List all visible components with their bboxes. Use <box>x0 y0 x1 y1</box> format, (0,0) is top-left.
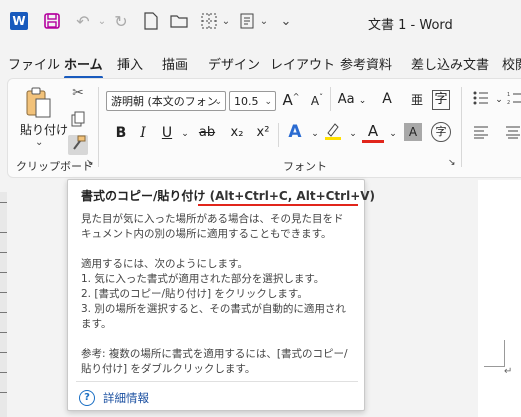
shrink-font-icon[interactable]: Aˇ <box>306 93 328 108</box>
save-icon[interactable] <box>40 10 64 32</box>
clipboard-launcher-icon[interactable]: ↘ <box>86 158 94 168</box>
tooltip-more-info-link[interactable]: ? 詳細情報 <box>79 390 149 406</box>
font-name-dropdown-icon: ⌄ <box>214 97 222 107</box>
format-painter-tooltip: 書式のコピー/貼り付け (Alt+Ctrl+C, Alt+Ctrl+V) 見た目… <box>67 179 375 411</box>
copy-icon[interactable] <box>68 111 88 131</box>
paragraph-dropdown-icon[interactable]: ⌄ <box>258 10 270 32</box>
character-shading-icon[interactable]: A <box>404 123 422 141</box>
text-effects-icon[interactable]: A <box>284 122 306 142</box>
vertical-ruler <box>0 192 7 417</box>
tooltip-divider <box>76 381 358 382</box>
align-center-icon[interactable] <box>502 125 521 143</box>
tab-references[interactable]: 参考資料 <box>340 54 392 73</box>
more-info-label: 詳細情報 <box>103 391 149 405</box>
paste-icon[interactable] <box>24 87 54 118</box>
document-page[interactable] <box>478 180 521 417</box>
ribbon-separator <box>98 87 99 167</box>
svg-text:1: 1 <box>507 92 510 98</box>
clipboard-group-label: クリップボード <box>16 160 93 173</box>
tab-insert[interactable]: 挿入 <box>117 54 143 73</box>
tab-file[interactable]: ファイル <box>8 54 60 73</box>
title-bar: W ↶ ⌄ ↻ ⌄ ⌄ ⌄ 文書 1 - Word <box>0 0 521 46</box>
font-name-combo[interactable]: 游明朝 (本文のフォン ⌄ <box>106 91 226 111</box>
strikethrough-button[interactable]: ab <box>196 125 218 140</box>
change-case-icon[interactable]: Aa ⌄ <box>336 92 368 107</box>
superscript-button[interactable]: x² <box>252 125 274 140</box>
underline-dropdown-icon[interactable]: ⌄ <box>174 129 196 139</box>
help-icon: ? <box>79 390 95 406</box>
font-group-label: フォント <box>283 160 327 173</box>
open-folder-icon[interactable] <box>168 10 190 32</box>
page-margin-marker <box>484 340 505 367</box>
format-painter-icon[interactable] <box>68 135 88 155</box>
paragraph-mark-icon: ↵ <box>504 366 513 377</box>
ribbon-tabs: ファイル ホーム 挿入 描画 デザイン レイアウト 参考資料 差し込み文書 校閲 <box>0 46 521 79</box>
border-dropdown-icon[interactable]: ⌄ <box>220 10 232 32</box>
paste-dropdown-icon[interactable]: ⌄ <box>35 137 43 148</box>
font-color-dropdown-icon[interactable]: ⌄ <box>382 129 404 139</box>
font-launcher-icon[interactable]: ↘ <box>448 158 456 168</box>
character-border-icon[interactable]: 字 <box>432 90 450 110</box>
grow-font-icon[interactable]: A^ <box>280 91 302 109</box>
shortcut-underline <box>198 204 358 206</box>
font-size-combo[interactable]: 10.5 ⌄ <box>229 91 276 111</box>
ribbon-separator <box>278 123 279 147</box>
undo-icon[interactable]: ↶ <box>72 10 94 32</box>
clear-formatting-icon[interactable]: A <box>376 91 398 107</box>
highlight-icon[interactable] <box>322 121 344 145</box>
tab-design[interactable]: デザイン <box>208 54 260 73</box>
subscript-button[interactable]: x₂ <box>226 125 248 140</box>
tooltip-body: 見た目が気に入った場所がある場合は、その見た目をドキュメント内の別の場所に適用す… <box>81 213 348 375</box>
tab-layout[interactable]: レイアウト <box>270 54 335 73</box>
ribbon-separator <box>330 87 331 111</box>
document-title: 文書 1 - Word <box>368 18 453 33</box>
tab-mailings[interactable]: 差し込み文書 <box>411 54 489 73</box>
tab-draw[interactable]: 描画 <box>162 54 188 73</box>
align-left-icon[interactable] <box>470 125 492 143</box>
highlight-dropdown-icon[interactable]: ⌄ <box>342 129 364 139</box>
cut-icon[interactable]: ✂ <box>68 85 88 101</box>
italic-button[interactable]: I <box>132 125 154 141</box>
ribbon-separator <box>461 87 462 167</box>
redo-icon[interactable]: ↻ <box>110 10 132 32</box>
phonetic-guide-icon[interactable]: 亜 <box>406 91 428 108</box>
svg-text:2: 2 <box>507 100 510 105</box>
border-icon[interactable] <box>198 10 220 32</box>
tooltip-title: 書式のコピー/貼り付け (Alt+Ctrl+C, Alt+Ctrl+V) <box>81 189 376 203</box>
font-color-icon[interactable]: A <box>362 122 384 143</box>
enclose-characters-icon[interactable]: 字 <box>431 122 451 142</box>
tab-home[interactable]: ホーム <box>64 54 103 79</box>
numbering-icon[interactable]: 12 <box>504 91 521 109</box>
new-document-icon[interactable] <box>140 10 162 32</box>
customize-toolbar-icon[interactable]: ⌄ <box>278 10 294 32</box>
bold-button[interactable]: B <box>110 125 132 141</box>
word-app-icon: W <box>8 10 30 32</box>
tab-review[interactable]: 校閲 <box>502 54 521 73</box>
paste-button-label[interactable]: 貼り付け <box>20 121 68 138</box>
font-size-dropdown-icon: ⌄ <box>264 97 272 107</box>
paragraph-marks-icon[interactable] <box>236 10 258 32</box>
tooltip-shortcut: (Alt+Ctrl+C, Alt+Ctrl+V) <box>209 189 376 203</box>
undo-dropdown-icon[interactable]: ⌄ <box>96 10 108 32</box>
ribbon: 貼り付け ⌄ ✂ クリップボード ↘ 游明朝 (本文のフォン ⌄ 10.5 ⌄ A^… <box>7 78 521 178</box>
